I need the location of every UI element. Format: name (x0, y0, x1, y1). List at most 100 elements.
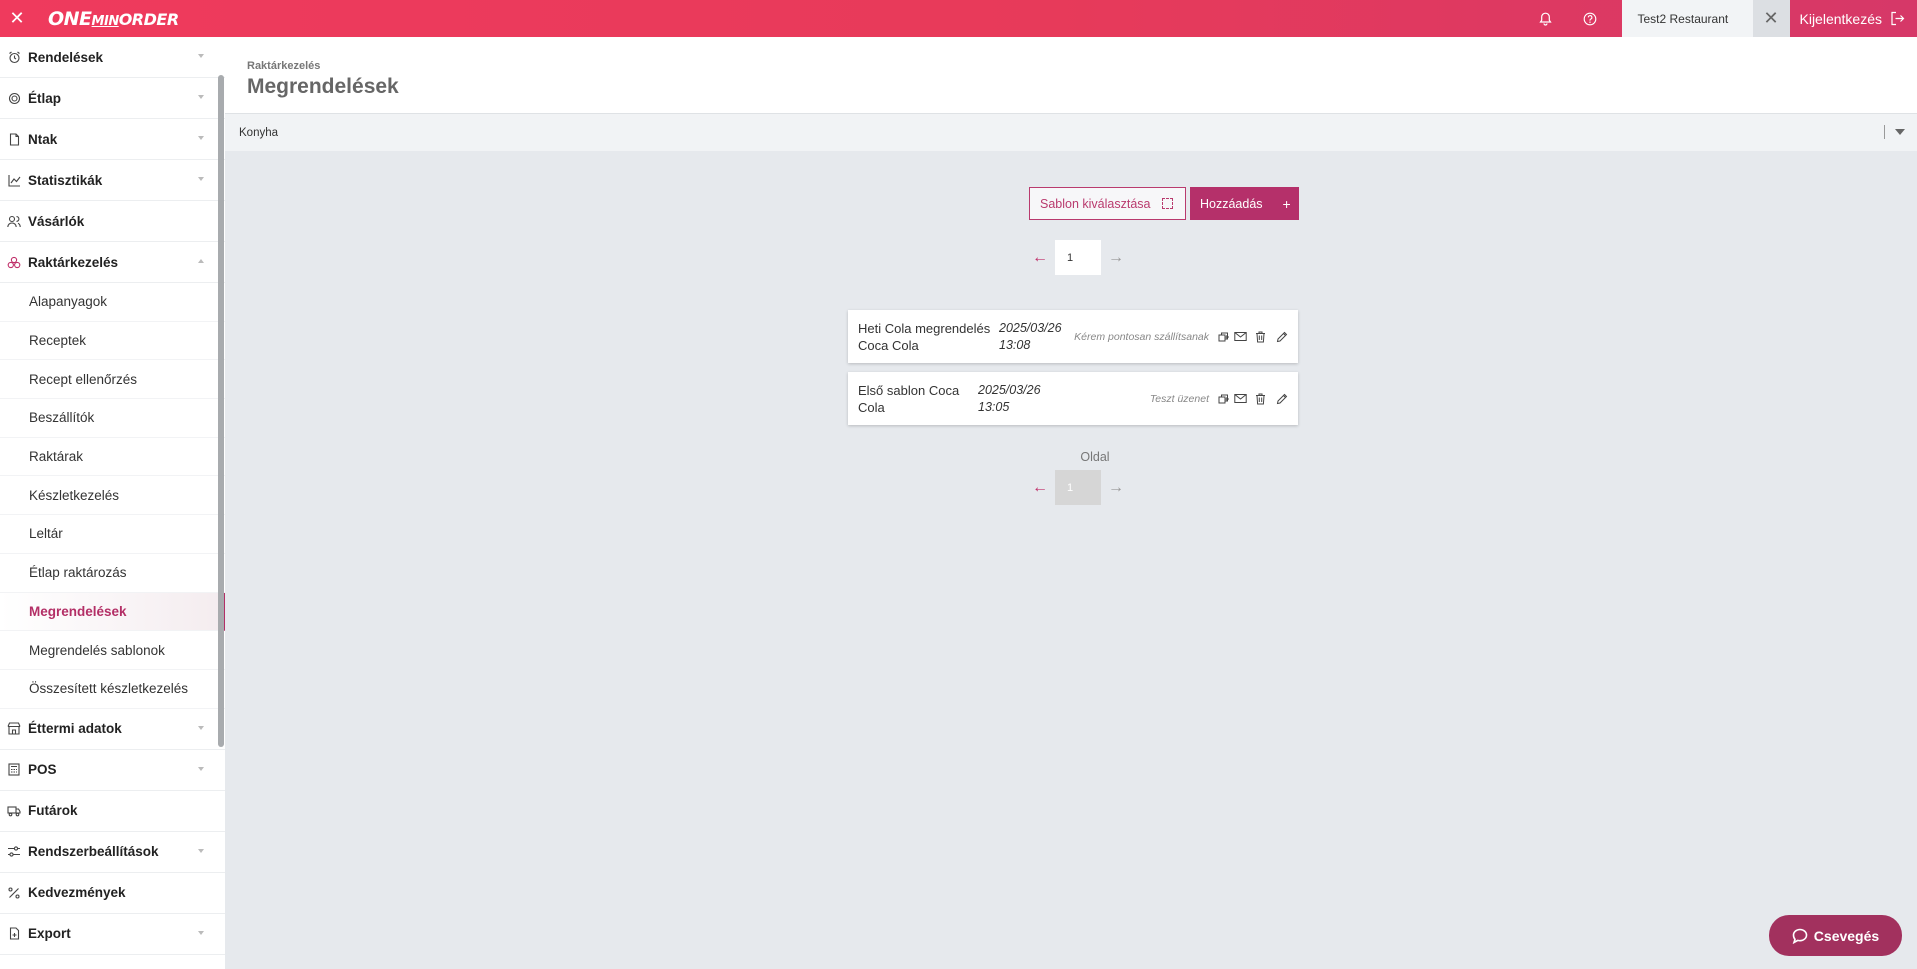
sidebar-item-label: POS (28, 762, 57, 778)
pagination-bottom: ← 1 → (1025, 470, 1131, 505)
edit-icon[interactable] (1276, 393, 1288, 405)
sidebar-item-rendelesek[interactable]: Rendelések (0, 37, 225, 78)
sidebar-item-label: Vásárlók (28, 213, 85, 229)
next-page-icon[interactable]: → (1101, 249, 1131, 267)
page-title: Megrendelések (247, 75, 399, 98)
export-icon (7, 927, 21, 941)
chevron-down-icon (198, 136, 204, 140)
order-date-day: 2025/03/26 (999, 320, 1062, 335)
users-icon (7, 214, 21, 228)
sidebar-item-futarok[interactable]: Futárok (0, 791, 225, 832)
logo-one: ONE (48, 7, 92, 30)
order-row[interactable]: Első sablon Coca Cola 2025/03/26 13:05 T… (848, 372, 1298, 425)
sidebar-item-kedvezmenyek[interactable]: Kedvezmények (0, 873, 225, 914)
add-label: Hozzáadás (1200, 196, 1263, 211)
breadcrumb[interactable]: Raktárkezelés (247, 60, 1917, 72)
sidebar-sub-osszesitett-keszletkezeles[interactable]: Összesített készletkezelés (0, 670, 225, 709)
page-label: Oldal (1080, 450, 1110, 464)
sidebar-sub-receptek[interactable]: Receptek (0, 322, 225, 361)
restaurant-close-button[interactable]: ✕ (1752, 0, 1790, 37)
send-email-icon[interactable] (1234, 331, 1247, 342)
order-message: Kérem pontosan szállítsanak (1074, 330, 1209, 343)
order-name-line1: Heti Cola megrendelés (858, 320, 991, 336)
order-row[interactable]: Heti Cola megrendelés Coca Cola 2025/03/… (848, 310, 1298, 363)
sidebar-item-export[interactable]: Export (0, 914, 225, 955)
edit-icon[interactable] (1276, 331, 1288, 343)
next-page-icon[interactable]: → (1101, 479, 1131, 497)
sidebar-item-etlap[interactable]: Étlap (0, 78, 225, 119)
page-number-input[interactable]: 1 (1055, 470, 1101, 505)
boxes-icon (7, 255, 21, 269)
sidebar-item-statisztikak[interactable]: Statisztikák (0, 160, 225, 201)
sidebar-sub-recept-ellenorzes[interactable]: Recept ellenőrzés (0, 360, 225, 400)
order-date: 2025/03/26 13:05 (978, 382, 1053, 416)
sidebar-item-pos[interactable]: POS (0, 750, 225, 791)
sidebar-sub-megrendeles-sablonok[interactable]: Megrendelés sablonok (0, 631, 225, 670)
sidebar: Rendelések Étlap Ntak Statisztikák Vásár… (0, 37, 225, 969)
chevron-down-icon (198, 177, 204, 181)
chevron-down-icon (198, 848, 204, 853)
sidebar-sub-alapanyagok[interactable]: Alapanyagok (0, 283, 225, 322)
order-date: 2025/03/26 13:08 (999, 320, 1074, 354)
close-menu-button[interactable]: ✕ (0, 0, 34, 37)
sidebar-item-label: Ntak (28, 131, 58, 147)
sidebar-item-label: Kedvezmények (28, 885, 126, 901)
order-name-line2: Coca Cola (858, 337, 919, 353)
filter-separator (1884, 125, 1885, 139)
bell-icon[interactable] (1524, 0, 1568, 37)
restaurant-selector[interactable]: Test2 Restaurant (1621, 0, 1753, 37)
sidebar-item-label: Rendszerbeállítások (28, 844, 159, 860)
pos-icon (7, 763, 21, 777)
sidebar-item-rendszerbeallitasok[interactable]: Rendszerbeállítások (0, 832, 225, 873)
chevron-down-icon[interactable] (1895, 129, 1905, 135)
sidebar-item-vasarlok[interactable]: Vásárlók (0, 201, 225, 242)
copy-icon[interactable] (1218, 331, 1231, 343)
help-icon[interactable] (1568, 0, 1612, 37)
copy-icon[interactable] (1218, 393, 1231, 405)
order-name-line2: Cola (858, 399, 885, 415)
logout-button[interactable]: Kijelentkezés (1790, 0, 1917, 37)
sidebar-scrollbar[interactable] (218, 75, 224, 747)
sidebar-item-raktarkezeles[interactable]: Raktárkezelés (0, 242, 225, 283)
chevron-down-icon (198, 725, 204, 730)
sliders-icon (7, 845, 21, 859)
warehouse-filter-value: Konyha (239, 126, 279, 139)
order-name: Heti Cola megrendelés Coca Cola (858, 320, 999, 354)
add-button[interactable]: Hozzáadás + (1190, 187, 1299, 220)
sidebar-sub-etlap-raktarozas[interactable]: Étlap raktározás (0, 554, 225, 593)
page-header: Raktárkezelés Megrendelések (225, 37, 1917, 114)
sidebar-sub-beszallitok[interactable]: Beszállítók (0, 399, 225, 438)
trash-icon[interactable] (1255, 331, 1266, 343)
action-buttons: Sablon kiválasztása Hozzáadás + (1029, 187, 1299, 220)
logo-min: MIN (91, 13, 120, 29)
send-email-icon[interactable] (1234, 393, 1247, 404)
select-template-button[interactable]: Sablon kiválasztása (1029, 187, 1186, 220)
top-bar: ✕ ONE MIN ORDER Test2 Restaurant ✕ Kijel… (0, 0, 1917, 37)
page-number-input[interactable]: 1 (1055, 240, 1101, 275)
order-date-day: 2025/03/26 (978, 382, 1041, 397)
sidebar-item-label: Étlap (28, 90, 62, 106)
prev-page-icon[interactable]: ← (1025, 249, 1055, 267)
sidebar-item-label: Export (28, 926, 71, 942)
chat-label: Csevegés (1813, 927, 1880, 944)
sidebar-sub-keszletkezeles[interactable]: Készletkezelés (0, 476, 225, 516)
selection-icon (1162, 198, 1174, 209)
trash-icon[interactable] (1255, 393, 1266, 405)
courier-icon (7, 804, 21, 818)
prev-page-icon[interactable]: ← (1025, 479, 1055, 497)
chevron-up-icon (198, 259, 204, 263)
sidebar-sub-raktarak[interactable]: Raktárak (0, 438, 225, 477)
chat-button[interactable]: Csevegés (1769, 915, 1902, 956)
sidebar-item-ettermi-adatok[interactable]: Éttermi adatok (0, 709, 225, 750)
order-message: Teszt üzenet (1149, 392, 1209, 405)
sidebar-sub-megrendelesek[interactable]: Megrendelések (0, 592, 225, 632)
order-actions (1215, 331, 1288, 343)
sidebar-item-ntak[interactable]: Ntak (0, 119, 225, 160)
chevron-down-icon (198, 766, 204, 771)
logo-order: ORDER (118, 9, 179, 29)
document-icon (7, 132, 21, 146)
plate-icon (7, 91, 21, 105)
warehouse-filter-select[interactable]: Konyha (225, 114, 1917, 151)
sidebar-sub-leltar[interactable]: Leltár (0, 515, 225, 554)
select-template-label: Sablon kiválasztása (1040, 196, 1151, 211)
